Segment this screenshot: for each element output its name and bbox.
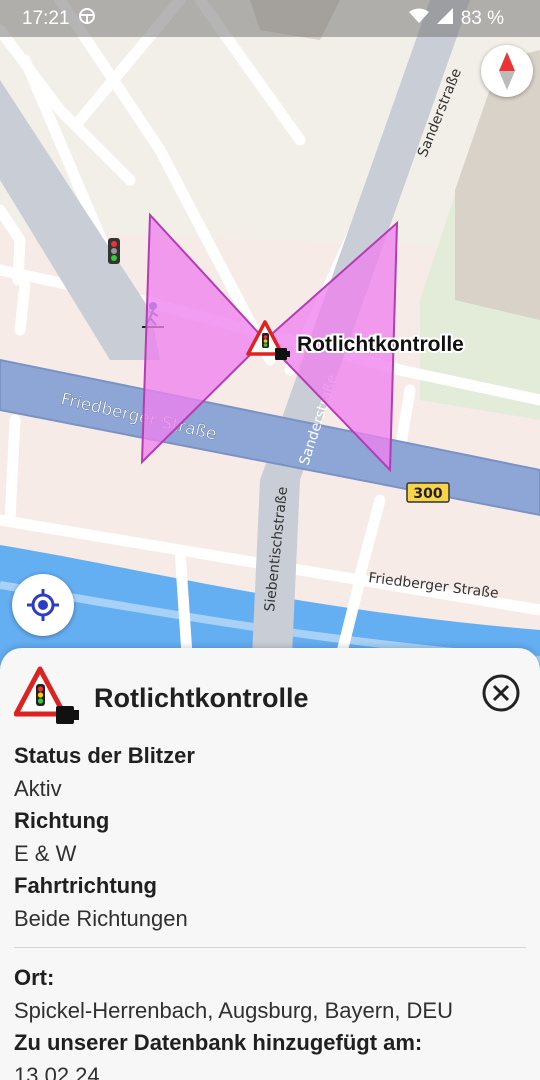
- compass-icon: [499, 52, 515, 90]
- divider: [14, 947, 526, 948]
- detail-sheet: Rotlichtkontrolle Status der Blitzer Akt…: [0, 648, 540, 1080]
- travel-direction-label: Fahrtrichtung: [14, 873, 157, 898]
- sheet-title: Rotlichtkontrolle: [94, 682, 309, 713]
- travel-direction-value: Beide Richtungen: [14, 906, 188, 931]
- compass-button[interactable]: [481, 45, 533, 97]
- direction-label: Richtung: [14, 808, 110, 833]
- red-light-camera-icon: [14, 666, 79, 724]
- status-time: 17:21: [22, 7, 70, 29]
- status-value: Aktiv: [14, 776, 62, 801]
- svg-text:300: 300: [413, 486, 442, 502]
- traffic-light-icon: [108, 238, 120, 264]
- close-icon: [482, 674, 520, 712]
- status-label: Status der Blitzer: [14, 743, 195, 768]
- my-location-button[interactable]: [12, 574, 74, 636]
- location-label: Ort:: [14, 965, 55, 990]
- added-date-value: 13.02.24: [14, 1063, 100, 1080]
- marker-label: Rotlichtkontrolle: [297, 333, 464, 356]
- signal-icon: [436, 7, 453, 30]
- crosshair-icon: [27, 589, 59, 621]
- wifi-icon: [408, 8, 429, 30]
- battery-level: 83 %: [460, 7, 504, 29]
- steering-wheel-icon: [78, 7, 96, 31]
- direction-value: E & W: [14, 841, 77, 866]
- detail-fields: Status der Blitzer Aktiv Richtung E & W …: [14, 740, 526, 1080]
- sheet-header: Rotlichtkontrolle: [14, 666, 526, 730]
- close-button[interactable]: [480, 672, 522, 714]
- location-value: Spickel-Herrenbach, Augsburg, Bayern, DE…: [14, 998, 453, 1023]
- status-bar: 17:21 83 %: [0, 0, 540, 37]
- map-view[interactable]: Friedberger Straße Sanderstraße Sanderst…: [0, 0, 540, 700]
- road-shield: 300: [406, 482, 450, 503]
- added-date-label: Zu unserer Datenbank hinzugefügt am:: [14, 1030, 423, 1055]
